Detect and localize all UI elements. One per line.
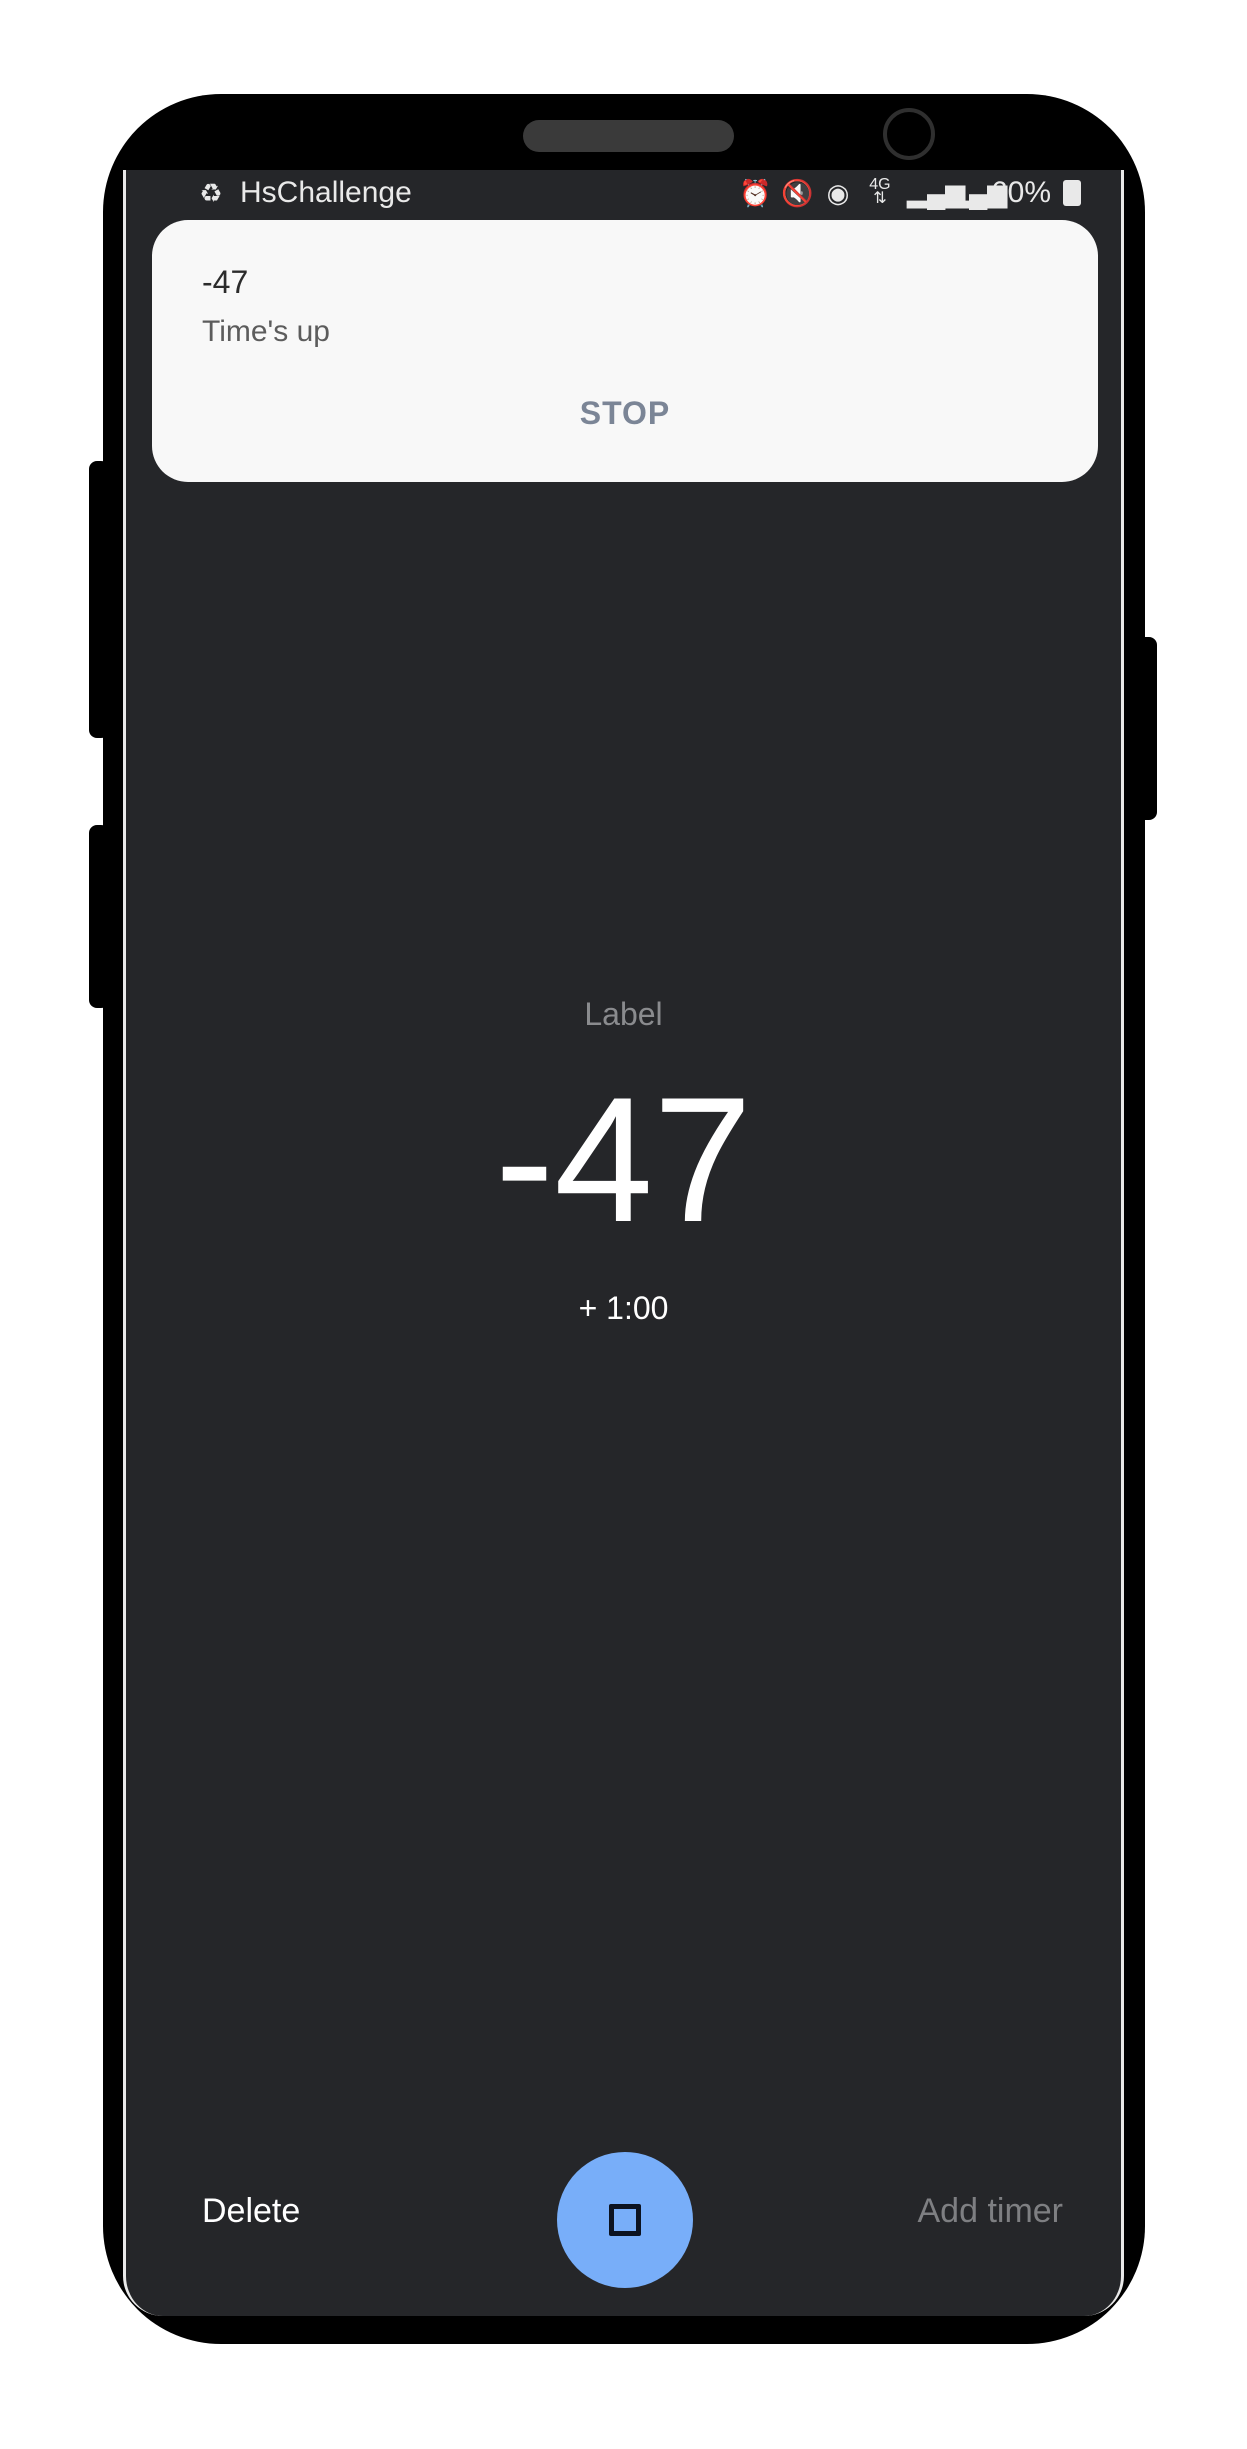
status-icons: ⏰ 🔇 ◉ 4G ⇅ ▂▄▆ ▂▄▆ 60% — [739, 176, 1081, 210]
front-camera — [883, 108, 935, 160]
battery-charging-icon — [1063, 180, 1081, 206]
add-timer-button[interactable]: Add timer — [918, 2192, 1064, 2231]
earpiece-speaker — [523, 120, 734, 152]
status-app-indicator: ♻ HsChallenge — [196, 176, 412, 210]
signal-icon: ▂▄▆ — [948, 178, 1008, 208]
add-minute-button[interactable]: + 1:00 — [126, 1290, 1121, 1327]
notification-stop-button[interactable]: STOP — [152, 395, 1098, 432]
notification-title: -47 — [202, 264, 249, 300]
4g-icon: 4G ⇅ — [869, 176, 891, 207]
mute-icon: 🔇 — [780, 178, 814, 208]
stop-icon — [609, 2204, 641, 2236]
alarm-icon: ⏰ — [738, 178, 772, 208]
status-bar: ♻ HsChallenge ⏰ 🔇 ◉ 4G ⇅ ▂▄▆ ▂▄▆ 60% — [126, 170, 1121, 220]
battery-percent: 60% — [990, 176, 1051, 209]
hotspot-icon: ◉ — [826, 178, 850, 208]
timer-label[interactable]: Label — [126, 996, 1121, 1033]
recycle-icon: ♻ — [199, 178, 223, 208]
stop-fab-button[interactable] — [557, 2152, 693, 2288]
delete-button[interactable]: Delete — [202, 2192, 300, 2231]
status-app-name: HsChallenge — [240, 176, 412, 209]
timer-notification[interactable]: -47 Time's up STOP — [152, 220, 1098, 482]
screen: ♻ HsChallenge ⏰ 🔇 ◉ 4G ⇅ ▂▄▆ ▂▄▆ 60% -47 … — [123, 170, 1124, 2316]
notification-text: Time's up — [202, 315, 330, 348]
signal-icon: ▂▄▆ — [906, 178, 966, 208]
timer-value: -47 — [494, 1060, 753, 1259]
